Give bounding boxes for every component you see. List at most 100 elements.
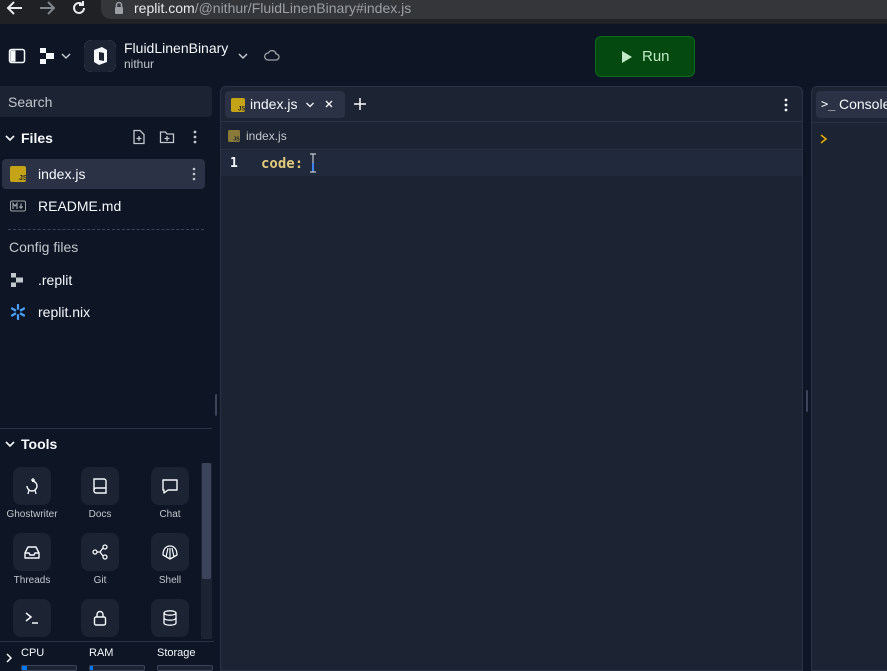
- console-divider: [812, 122, 887, 123]
- tab-label: index.js: [250, 96, 298, 112]
- file-item-readme-md[interactable]: README.md: [2, 191, 205, 221]
- file-label: index.js: [38, 166, 86, 182]
- chevron-down-icon[interactable]: [4, 132, 16, 144]
- repl-avatar[interactable]: [84, 40, 116, 72]
- code-line[interactable]: 1 code:: [221, 151, 802, 176]
- repl-name[interactable]: FluidLinenBinary: [124, 40, 228, 56]
- svg-text:JS: JS: [238, 105, 245, 112]
- tool-label: Shell: [158, 575, 182, 586]
- more-vertical-icon[interactable]: [190, 166, 198, 182]
- file-label: README.md: [38, 198, 122, 214]
- new-folder-icon[interactable]: [159, 129, 175, 145]
- play-icon: [622, 51, 632, 63]
- cpu-meter: [21, 665, 77, 671]
- url-text[interactable]: replit.com/@nithur/FluidLinenBinary#inde…: [134, 0, 411, 16]
- code-editor-pane: JS index.js JS index.js 1 code:: [220, 86, 803, 671]
- tab-console[interactable]: >_ Console: [816, 91, 887, 118]
- url-host: replit.com: [134, 0, 195, 16]
- run-button-label: Run: [642, 48, 670, 65]
- tools-title: Tools: [21, 436, 58, 452]
- file-label: replit.nix: [38, 304, 91, 320]
- tool-label: Ghostwriter: [6, 509, 58, 520]
- chevron-down-icon[interactable]: [237, 50, 249, 62]
- file-label: .replit: [38, 272, 73, 288]
- console-tab-icon: >_: [821, 97, 836, 111]
- nix-snowflake-icon: [10, 304, 26, 320]
- breadcrumb-filename[interactable]: index.js: [246, 129, 287, 143]
- tool-chat[interactable]: Chat: [139, 467, 201, 529]
- svg-text:JS: JS: [19, 175, 26, 182]
- forward-arrow-icon[interactable]: [38, 0, 58, 18]
- resource-usage-bar[interactable]: CPU RAM Storage: [0, 641, 214, 671]
- svg-text:JS: JS: [233, 137, 240, 143]
- ghostwriter-icon: [13, 467, 51, 505]
- chevron-right-icon[interactable]: [3, 652, 15, 664]
- file-item-index-js[interactable]: JS index.js: [2, 159, 205, 189]
- storage-label: Storage: [157, 647, 196, 659]
- storage-meter: [157, 665, 213, 671]
- chevron-down-icon[interactable]: [305, 100, 315, 110]
- add-tab-icon[interactable]: [352, 96, 368, 112]
- chevron-down-icon[interactable]: [4, 438, 16, 450]
- text-cursor-icon: [310, 153, 316, 173]
- line-number: 1: [230, 156, 238, 171]
- tool-label: Git: [93, 575, 107, 586]
- js-file-icon: JS: [228, 130, 240, 142]
- tool-git[interactable]: Git: [69, 533, 131, 595]
- file-item-replit[interactable]: .replit: [2, 265, 205, 295]
- tool-label: Docs: [88, 509, 112, 520]
- sidebar-toggle-icon[interactable]: [8, 47, 26, 65]
- tools-section-header[interactable]: Tools: [0, 428, 212, 458]
- ram-label: RAM: [89, 647, 114, 659]
- run-button[interactable]: Run: [595, 36, 695, 77]
- back-arrow-icon[interactable]: [6, 0, 26, 18]
- repl-owner[interactable]: nithur: [124, 57, 154, 71]
- tool-docs[interactable]: Docs: [69, 467, 131, 529]
- editor-tab-bar: JS index.js: [221, 87, 802, 122]
- threads-icon: [13, 533, 51, 571]
- chat-icon: [151, 467, 189, 505]
- tools-scrollbar-thumb[interactable]: [202, 463, 211, 579]
- file-item-replit-nix[interactable]: replit.nix: [2, 297, 205, 327]
- console-prompt-icon: [820, 134, 828, 144]
- browser-toolbar: replit.com/@nithur/FluidLinenBinary#inde…: [0, 0, 887, 24]
- replit-config-icon: [11, 273, 23, 287]
- js-file-icon: JS: [231, 98, 245, 112]
- section-divider: [8, 229, 204, 230]
- console-tab-label: Console: [839, 96, 887, 112]
- tool-label: Threads: [13, 575, 51, 586]
- ram-meter: [89, 665, 145, 671]
- more-vertical-icon[interactable]: [189, 129, 201, 145]
- tool-ghostwriter[interactable]: Ghostwriter: [1, 467, 63, 529]
- docs-icon: [81, 467, 119, 505]
- reload-icon[interactable]: [70, 0, 90, 18]
- git-icon: [81, 533, 119, 571]
- new-file-icon[interactable]: [131, 129, 147, 145]
- workspace-header: FluidLinenBinary nithur Run: [0, 24, 887, 86]
- cpu-label: CPU: [21, 647, 45, 659]
- shell-icon: [151, 533, 189, 571]
- replit-logo-menu-icon[interactable]: [38, 46, 72, 66]
- tool-shell[interactable]: Shell: [139, 533, 201, 595]
- tool-threads[interactable]: Threads: [1, 533, 63, 595]
- config-files-title: Config files: [9, 239, 79, 255]
- lock-icon: [115, 1, 123, 14]
- js-file-icon: JS: [10, 166, 26, 182]
- editor-resize-handle[interactable]: [806, 390, 808, 412]
- more-vertical-icon[interactable]: [783, 97, 789, 113]
- files-section-header[interactable]: Files: [0, 124, 212, 152]
- console-pane: >_ Console: [811, 86, 887, 671]
- lock-icon: [81, 599, 119, 637]
- ram-meter-fill: [90, 666, 93, 670]
- file-sidebar: Search Files JS index.js README.md Confi…: [0, 86, 214, 671]
- code-text[interactable]: code:: [261, 156, 312, 172]
- cpu-meter-fill: [22, 666, 28, 670]
- database-icon: [151, 599, 189, 637]
- tool-label: Chat: [159, 509, 181, 520]
- url-path: /@nithur/FluidLinenBinary#index.js: [194, 0, 412, 16]
- sidebar-resize-handle[interactable]: [215, 394, 217, 416]
- console-icon: [13, 599, 51, 637]
- search-input[interactable]: Search: [0, 86, 212, 117]
- files-title: Files: [21, 130, 53, 146]
- close-tab-icon[interactable]: [322, 97, 336, 111]
